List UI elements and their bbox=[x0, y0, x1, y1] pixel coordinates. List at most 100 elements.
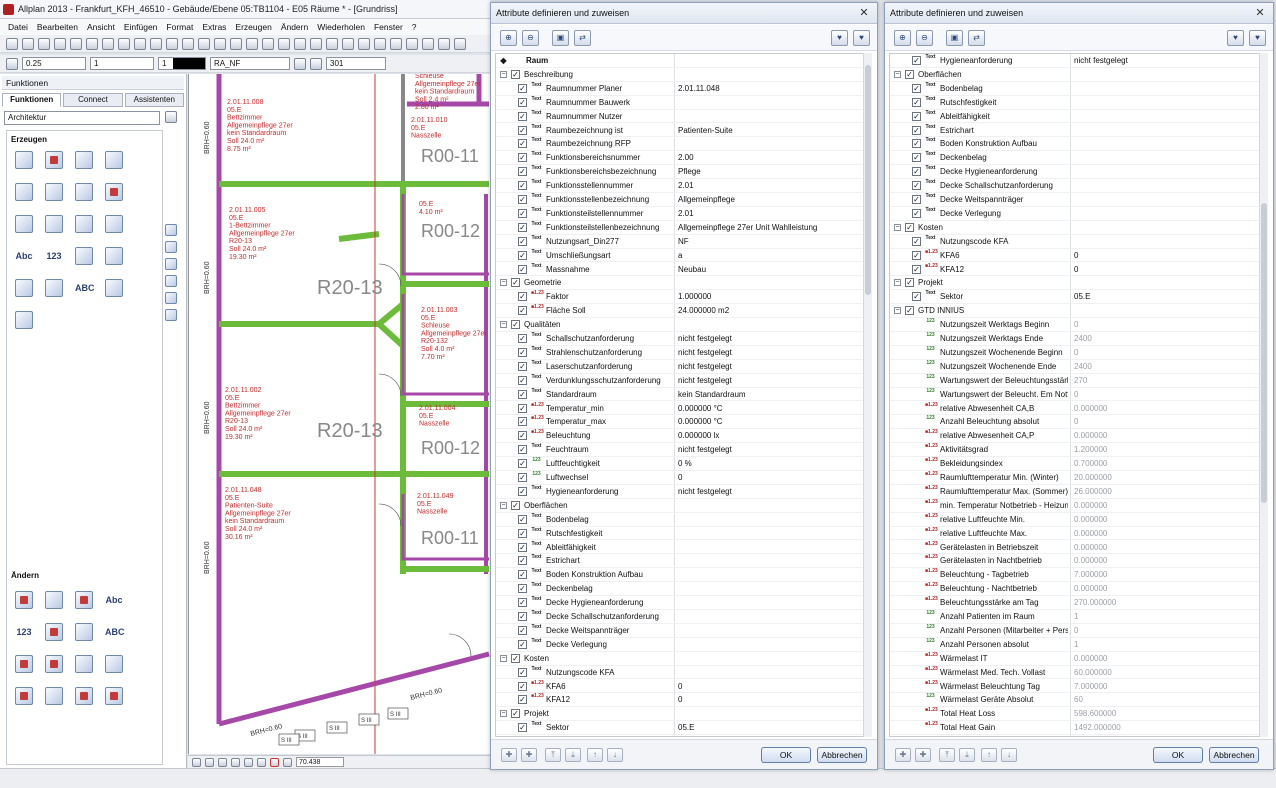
attribute-row[interactable]: ■1.23 Gerätelasten in Betriebszeit 0.00000… bbox=[890, 541, 1260, 555]
list-icon[interactable] bbox=[105, 247, 123, 265]
attribute-checkbox[interactable]: ✓ bbox=[912, 111, 921, 121]
hatch-icon[interactable] bbox=[198, 37, 210, 50]
menu-item-9[interactable]: Fenster bbox=[374, 22, 403, 32]
drawing-canvas[interactable]: R00-11 R00-12 R20-13 R20-13 R00-12 R00-11 BRH=… bbox=[188, 74, 490, 754]
attribute-row[interactable]: 123 Anzahl Personen absolut 1 bbox=[890, 638, 1260, 652]
attribute-value[interactable]: 1 bbox=[1074, 610, 1258, 623]
attribute-value[interactable]: 2400 bbox=[1074, 332, 1258, 345]
attribute-checkbox[interactable]: ✓ bbox=[518, 264, 527, 274]
search-element-icon[interactable] bbox=[75, 623, 93, 641]
attribute-row[interactable]: 123 Nutzungszeit Werktags Beginn 0 bbox=[890, 318, 1260, 332]
attribute-row[interactable]: ✓ Text Ableitfähigkeit bbox=[890, 110, 1260, 124]
attribute-row[interactable]: ■1.23 Gerätelasten in Nachtbetrieb 0.00000… bbox=[890, 554, 1260, 569]
menu-item-8[interactable]: Wiederholen bbox=[317, 22, 365, 32]
attribute-value[interactable]: 0.000000 bbox=[1074, 652, 1258, 665]
menu-item-6[interactable]: Erzeugen bbox=[235, 22, 271, 32]
move-down-icon[interactable]: ↓ bbox=[607, 748, 623, 762]
attribute-row[interactable]: ✓ 123 Luftfeuchtigkeit 0 % bbox=[496, 457, 864, 471]
attribute-checkbox[interactable]: ✓ bbox=[912, 125, 921, 135]
measure-icon[interactable] bbox=[374, 37, 386, 50]
attribute-checkbox[interactable]: ✓ bbox=[518, 334, 527, 343]
attribute-row[interactable]: ✓ Text Raumnummer Bauwerk bbox=[496, 96, 864, 110]
attribute-checkbox[interactable]: ✓ bbox=[518, 584, 527, 594]
attribute-row[interactable]: ✓ ■1.23 KFA6 0 bbox=[890, 249, 1260, 263]
move-up-icon[interactable]: ↑ bbox=[587, 748, 603, 762]
attribute-row[interactable]: 123 Wartungswert der Beleuchtungsstärke 27… bbox=[890, 374, 1260, 388]
attribute-row[interactable]: ✓ Text Massnahme Neubau bbox=[496, 263, 864, 277]
wall-icon[interactable] bbox=[15, 151, 33, 169]
paste-icon[interactable] bbox=[118, 37, 130, 50]
move-bottom-icon[interactable]: ⤓ bbox=[959, 748, 975, 762]
line-icon[interactable] bbox=[182, 37, 194, 50]
attribute-value[interactable]: 0 bbox=[1074, 388, 1258, 401]
attribute-value[interactable]: 0 % bbox=[678, 457, 862, 470]
attribute-row[interactable]: ✓ ■1.23 KFA12 0 bbox=[890, 263, 1260, 277]
side-tool-2-icon[interactable] bbox=[165, 258, 177, 270]
attribute-value[interactable]: 2.01 bbox=[678, 207, 862, 220]
attribute-row[interactable]: ✓ Text Deckenbelag bbox=[890, 151, 1260, 166]
attribute-value[interactable]: 2.01 bbox=[678, 179, 862, 192]
room-icon[interactable] bbox=[454, 37, 466, 50]
menu-item-4[interactable]: Format bbox=[166, 22, 193, 32]
attribute-row[interactable]: 123 Wärmelast Geräte Absolut 60 bbox=[890, 693, 1260, 708]
attribute-checkbox[interactable]: ✓ bbox=[518, 556, 527, 566]
attribute-checkbox[interactable]: ✓ bbox=[518, 195, 527, 204]
menu-item-3[interactable]: Einfügen bbox=[124, 22, 158, 32]
attribute-checkbox[interactable]: ✓ bbox=[518, 431, 527, 441]
modify-room-attr-icon[interactable] bbox=[15, 687, 33, 705]
move-bottom-icon[interactable]: ⤓ bbox=[565, 748, 581, 762]
roof-icon[interactable] bbox=[45, 183, 63, 201]
attribute-checkbox[interactable]: ✓ bbox=[518, 250, 527, 260]
attribute-row[interactable]: ✓ ■1.23 Fläche Soll 24.000000 m2 bbox=[496, 304, 864, 319]
pen-thickness-select[interactable]: 0.25 bbox=[22, 57, 86, 70]
move-top-icon[interactable]: ⤒ bbox=[545, 748, 561, 762]
preview-icon[interactable] bbox=[70, 37, 82, 50]
transfer-icon[interactable] bbox=[45, 623, 63, 641]
attribute-checkbox[interactable]: ✓ bbox=[518, 612, 527, 621]
attribute-checkbox[interactable]: ✓ bbox=[518, 473, 527, 482]
attribute-value[interactable]: 0.000000 bbox=[1074, 429, 1258, 442]
attribute-checkbox[interactable]: ✓ bbox=[518, 375, 527, 385]
attribute-checkbox[interactable]: ✓ bbox=[518, 514, 527, 524]
menu-item-7[interactable]: Ändern bbox=[281, 22, 308, 32]
attribute-row[interactable]: ✓ Text Decke Schallschutzanforderung bbox=[496, 610, 864, 624]
add-attribute-icon[interactable]: ⊕ bbox=[894, 30, 911, 46]
color-select[interactable]: 1 bbox=[158, 57, 206, 70]
tree-group-row[interactable]: − ✓ Kosten bbox=[890, 221, 1260, 235]
attribute-row[interactable]: ✓ Text Schallschutzanforderung nicht festge… bbox=[496, 332, 864, 346]
attribute-row[interactable]: ✓ Text Deckenbelag bbox=[496, 582, 864, 597]
attribute-set-icon[interactable]: ✚ bbox=[915, 748, 931, 762]
attribute-row[interactable]: 123 Nutzungszeit Wochenende Ende 2400 bbox=[890, 360, 1260, 374]
open-icon[interactable] bbox=[22, 37, 34, 50]
attribute-row[interactable]: 123 Nutzungszeit Werktags Ende 2400 bbox=[890, 332, 1260, 346]
add-attribute-icon[interactable]: ⊕ bbox=[500, 30, 517, 46]
attribute-row[interactable]: ✓ Text Hygieneanforderung nicht festgelegt bbox=[496, 485, 864, 499]
tree-group-row[interactable]: − ✓ Qualitäten bbox=[496, 318, 864, 332]
tree-group-row[interactable]: − ✓ Projekt bbox=[496, 707, 864, 722]
zoom-icon[interactable] bbox=[294, 37, 306, 50]
attribute-value[interactable]: 1.000000 bbox=[678, 290, 862, 303]
attribute-row[interactable]: ✓ Text Nutzungsart_Din277 NF bbox=[496, 235, 864, 249]
attribute-value[interactable]: 26.000000 bbox=[1074, 485, 1258, 498]
refresh-icon[interactable] bbox=[231, 757, 240, 767]
window-icon[interactable] bbox=[422, 37, 434, 50]
menu-item-5[interactable]: Extras bbox=[202, 22, 226, 32]
attribute-row[interactable]: ■1.23 Total Heat Gain 1492.000000 bbox=[890, 721, 1260, 736]
transfer-attributes-icon[interactable]: ⇄ bbox=[574, 30, 591, 46]
group-checkbox[interactable]: ✓ bbox=[905, 306, 914, 316]
move-top-icon[interactable]: ⤒ bbox=[939, 748, 955, 762]
modify-room-icon[interactable] bbox=[45, 591, 63, 609]
attribute-row[interactable]: ■1.23 Wärmelast IT 0.000000 bbox=[890, 652, 1260, 666]
attribute-row[interactable]: 123 Nutzungszeit Wochenende Beginn 0 bbox=[890, 346, 1260, 360]
door-icon[interactable] bbox=[406, 37, 418, 50]
attribute-row[interactable]: ■1.23 relative Abwesenheit CA,B 0.000000 bbox=[890, 402, 1260, 416]
collapse-icon[interactable]: − bbox=[894, 70, 901, 78]
attribute-value[interactable]: Allgemeinpflege 27er Unit Wahlleistung bbox=[678, 221, 862, 234]
room-icon[interactable] bbox=[75, 151, 93, 169]
attribute-checkbox[interactable]: ✓ bbox=[912, 181, 921, 191]
attribute-value[interactable]: Allgemeinpflege bbox=[678, 193, 862, 206]
attribute-row[interactable]: ■1.23 Bekleidungsindex 0.700000 bbox=[890, 457, 1260, 471]
attribute-row[interactable]: ✓ Text Decke Schallschutzanforderung bbox=[890, 179, 1260, 193]
attribute-value[interactable]: 0.000000 bbox=[1074, 402, 1258, 415]
attribute-value[interactable]: nicht festgelegt bbox=[1074, 54, 1258, 67]
